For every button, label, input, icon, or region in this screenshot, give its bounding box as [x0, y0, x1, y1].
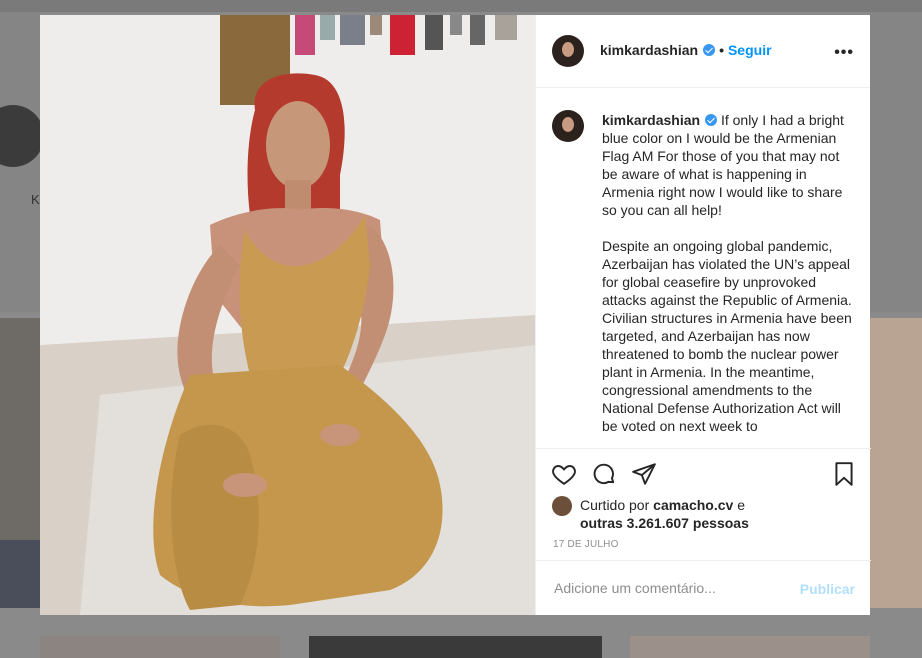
- post-caption: kimkardashian If only I had a bright blu…: [602, 111, 852, 448]
- publish-button[interactable]: Publicar: [800, 581, 855, 597]
- background-grid-photo: [309, 636, 602, 658]
- more-options-icon[interactable]: •••: [834, 44, 854, 62]
- background-grid-photo: [40, 636, 280, 658]
- background-profile-area-right: [870, 12, 922, 312]
- post-photo[interactable]: [40, 15, 535, 615]
- background-grid-photo-left-bottom: [0, 540, 40, 608]
- liker-username[interactable]: camacho.cv: [653, 497, 733, 513]
- likes-summary: Curtido por camacho.cv e outras 3.261.60…: [552, 496, 749, 532]
- bookmark-icon[interactable]: [831, 461, 857, 487]
- background-grid-photo: [630, 636, 870, 658]
- likes-others-link[interactable]: outras 3.261.607 pessoas: [580, 515, 749, 531]
- post-header: kimkardashian • Seguir •••: [536, 15, 870, 88]
- author-header-line: kimkardashian • Seguir: [600, 42, 772, 58]
- verified-badge-icon: [703, 44, 716, 56]
- author-avatar[interactable]: [552, 35, 584, 67]
- post-date[interactable]: 17 DE JULHO: [553, 539, 619, 550]
- likes-conjunction: e: [737, 497, 746, 513]
- heart-icon[interactable]: [551, 461, 577, 487]
- liker-avatar[interactable]: [552, 496, 572, 516]
- comment-icon[interactable]: [591, 461, 617, 487]
- author-username[interactable]: kimkardashian: [600, 42, 698, 58]
- background-grid-photo-right: [870, 318, 922, 608]
- caption-username[interactable]: kimkardashian: [602, 112, 700, 128]
- background-topbar: [0, 0, 922, 12]
- caption-author-avatar[interactable]: [552, 110, 584, 142]
- post-actions: Curtido por camacho.cv e outras 3.261.60…: [536, 448, 871, 561]
- comment-form: Publicar: [536, 560, 871, 616]
- caption-paragraph: Despite an ongoing global pandemic, Azer…: [602, 238, 856, 434]
- share-icon[interactable]: [631, 461, 657, 487]
- comments-area[interactable]: kimkardashian If only I had a bright blu…: [536, 88, 871, 448]
- separator-dot: •: [719, 42, 724, 58]
- post-side-panel: kimkardashian • Seguir ••• kimkardashian I…: [535, 15, 871, 616]
- likes-text: Curtido por camacho.cv e outras 3.261.60…: [580, 496, 749, 532]
- background-profile-name: K: [31, 192, 40, 207]
- post-photo-illustration: [40, 15, 535, 615]
- comment-input[interactable]: [552, 579, 786, 597]
- follow-button[interactable]: Seguir: [728, 42, 772, 58]
- caption-paragraph: kimkardashian If only I had a bright blu…: [602, 111, 852, 219]
- verified-badge-icon: [705, 114, 718, 126]
- post-modal: kimkardashian • Seguir ••• kimkardashian I…: [40, 15, 871, 616]
- likes-prefix: Curtido por: [580, 497, 650, 513]
